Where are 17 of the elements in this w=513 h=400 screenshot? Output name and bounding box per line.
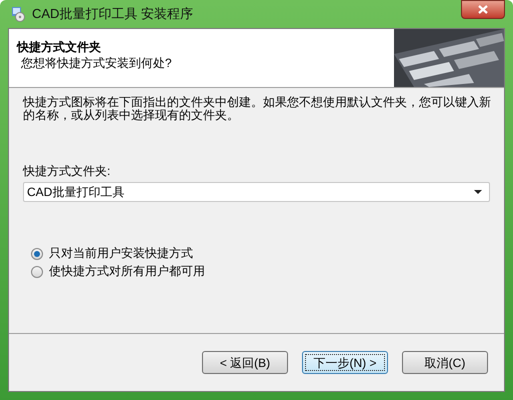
radio-button[interactable] <box>31 266 43 278</box>
dialog-button[interactable]: < 返回(B) <box>202 351 288 374</box>
dialog-button[interactable]: 取消(C) <box>402 351 488 374</box>
radio-label[interactable]: 使快捷方式对所有用户都可用 <box>49 264 205 279</box>
folder-label: 快捷方式文件夹: <box>23 163 112 180</box>
page-title: 快捷方式文件夹 <box>17 39 102 55</box>
page-subtitle: 您想将快捷方式安装到何处? <box>21 55 173 71</box>
close-button[interactable] <box>461 0 505 19</box>
radio-label[interactable]: 只对当前用户安装快捷方式 <box>49 246 193 261</box>
installer-icon <box>10 6 26 22</box>
dropdown-caret-icon <box>474 190 482 194</box>
dialog-button[interactable]: 下一步(N) > <box>302 351 388 374</box>
window-title: CAD批量打印工具 安装程序 <box>32 5 194 24</box>
description-text: 快捷方式图标将在下面指出的文件夹中创建。如果您不想使用默认文件夹，您可以键入新的名称，或从列表中选择现有的文件夹。 <box>23 96 492 122</box>
radio-button[interactable] <box>31 248 43 260</box>
folder-dropdown[interactable]: CAD批量打印工具 <box>23 182 490 202</box>
close-icon <box>478 5 488 14</box>
